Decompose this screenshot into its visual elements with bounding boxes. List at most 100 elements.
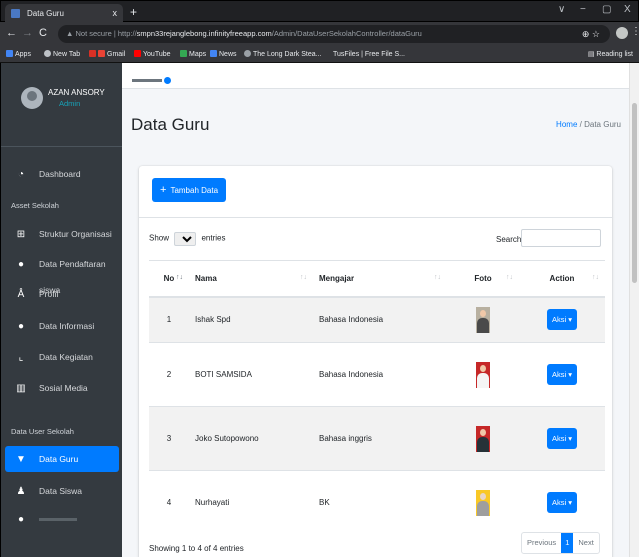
- profile-avatar-icon[interactable]: [616, 27, 628, 39]
- sidebar-item-struktur[interactable]: ⊞ Struktur Organisasi: [5, 221, 119, 247]
- column-header-action[interactable]: Action ↑↓: [519, 260, 605, 298]
- bookmarks-bar: Apps New Tab Gmail YouTube Maps News The…: [0, 46, 639, 63]
- card-header: + Tambah Data: [139, 166, 612, 218]
- column-header-foto[interactable]: Foto ↑↓: [447, 260, 519, 298]
- maximize-button[interactable]: ▢: [602, 4, 611, 15]
- youtube-icon: [134, 50, 141, 57]
- url-prefix: ▲ Not secure | http://: [66, 29, 137, 38]
- student-icon: ♟: [16, 486, 26, 497]
- tab-title: Data Guru: [27, 9, 64, 18]
- bookmark-tusfiles[interactable]: TusFiles | Free File S...: [333, 46, 405, 63]
- aksi-dropdown-button[interactable]: Aksi ▾: [547, 492, 577, 514]
- sidebar-header-asset: Asset Sekolah: [11, 201, 59, 210]
- sidebar-item-dashboard[interactable]: ◔ Dashboard: [5, 161, 119, 187]
- bookmark-gmail[interactable]: Gmail: [89, 46, 125, 63]
- cell-mengajar: Bahasa Indonesia: [313, 342, 447, 407]
- scrollbar-thumb[interactable]: [632, 103, 637, 283]
- top-navbar: [122, 63, 629, 89]
- cell-mengajar: Bahasa Indonesia: [313, 296, 447, 343]
- search-label: Search:: [496, 235, 524, 244]
- pagination: Previous 1 Next: [521, 532, 600, 554]
- tab-close-icon[interactable]: x: [113, 4, 118, 23]
- bookmark-maps[interactable]: Maps: [180, 46, 206, 63]
- cell-mengajar: BK: [313, 470, 447, 535]
- sidebar-header-user: Data User Sekolah: [11, 427, 74, 436]
- entries-select[interactable]: 10: [174, 232, 197, 246]
- new-tab-button[interactable]: +: [127, 6, 140, 19]
- show-entries: Show 10 entries: [149, 232, 226, 246]
- news-icon: [210, 50, 217, 57]
- breadcrumb-current: Data Guru: [584, 120, 621, 129]
- globe-icon: [44, 50, 51, 57]
- teacher-photo: [476, 306, 490, 333]
- teacher-photo: [476, 489, 490, 516]
- sidebar: AZAN ANSORY Admin ◔ Dashboard Asset Seko…: [0, 63, 122, 557]
- aksi-dropdown-button[interactable]: Aksi ▾: [547, 428, 577, 449]
- bookmark-star-icon[interactable]: ⊕ ☆: [582, 25, 600, 43]
- minimize-button[interactable]: −: [580, 4, 586, 15]
- sidebar-item-data-siswa[interactable]: ♟ Data Siswa: [5, 478, 119, 504]
- pagination-previous[interactable]: Previous: [522, 533, 561, 553]
- dashboard-icon: ◔: [17, 169, 25, 180]
- table-info: Showing 1 to 4 of 4 entries: [149, 544, 244, 553]
- cell-no: 1: [149, 296, 189, 343]
- sidebar-item-data-guru[interactable]: ▼ Data Guru: [5, 446, 119, 472]
- teacher-table: No ↑↓ Nama ↑↓ Mengajar ↑↓ Foto ↑↓ Action ↑↓ 1…: [149, 260, 605, 535]
- sitemap-icon: ⊞: [16, 229, 26, 240]
- data-card: + Tambah Data Show 10 entries Search: No ↑…: [139, 166, 612, 557]
- bookmark-apps[interactable]: Apps: [6, 46, 31, 63]
- user-role: Admin: [59, 99, 81, 108]
- bar-chart-icon: ▥: [16, 383, 26, 394]
- add-data-button[interactable]: + Tambah Data: [152, 178, 227, 202]
- tab-search-icon[interactable]: ∨: [558, 4, 565, 15]
- breadcrumb: Home / Data Guru: [556, 120, 621, 129]
- cell-nama: Nurhayati: [189, 470, 313, 535]
- page-title: Data Guru: [131, 115, 210, 134]
- sidebar-item-pendaftaran[interactable]: ● Data Pendaftaran siswa: [5, 251, 119, 295]
- info-icon: ●: [17, 321, 25, 332]
- line-chart-icon: ⌞: [18, 352, 24, 363]
- pagination-next[interactable]: Next: [573, 533, 598, 553]
- gmail-icon: [89, 50, 96, 57]
- sidebar-item-cutoff[interactable]: ●: [5, 506, 119, 532]
- table-row: 4 Nurhayati BK Aksi ▾: [149, 470, 605, 535]
- table-row: 2 BOTI SAMSIDA Bahasa Indonesia Aksi ▾: [149, 342, 605, 407]
- sidebar-item-informasi[interactable]: ● Data Informasi: [5, 313, 119, 339]
- aksi-dropdown-button[interactable]: Aksi ▾: [547, 364, 577, 385]
- browser-menu-icon[interactable]: ⋮: [631, 26, 639, 37]
- bookmark-newtab[interactable]: New Tab: [44, 46, 80, 63]
- teacher-icon: ▼: [16, 454, 26, 465]
- sidebar-item-kegiatan[interactable]: ⌞ Data Kegiatan: [5, 344, 119, 370]
- url-input[interactable]: ▲ Not secure | http://smpn33rejanglebong…: [58, 25, 610, 43]
- browser-tab[interactable]: Data Guru x: [5, 4, 123, 23]
- bookmark-longdark[interactable]: The Long Dark Stea...: [244, 46, 321, 63]
- forward-icon[interactable]: →: [22, 27, 33, 39]
- column-header-nama[interactable]: Nama ↑↓: [189, 260, 313, 298]
- cell-no: 4: [149, 470, 189, 535]
- pagination-page-1[interactable]: 1: [561, 533, 574, 553]
- bookmark-news[interactable]: News: [210, 46, 237, 63]
- search-input[interactable]: [521, 229, 601, 247]
- aksi-dropdown-button[interactable]: Aksi ▾: [547, 309, 577, 331]
- column-header-mengajar[interactable]: Mengajar ↑↓: [313, 260, 447, 298]
- mail-icon: [98, 50, 105, 57]
- back-icon[interactable]: ←: [6, 27, 17, 39]
- column-header-no[interactable]: No ↑↓: [149, 260, 189, 298]
- sort-icon: ↑↓: [300, 274, 307, 281]
- navbar-truncated-text: [132, 79, 162, 82]
- cell-nama: Joko Sutopowono: [189, 406, 313, 471]
- reading-list-button[interactable]: ▤ Reading list: [588, 46, 633, 63]
- breadcrumb-home[interactable]: Home: [556, 120, 577, 129]
- sidebar-item-profil[interactable]: Å Profil: [5, 281, 119, 307]
- sidebar-item-sosial-media[interactable]: ▥ Sosial Media: [5, 375, 119, 401]
- bookmark-youtube[interactable]: YouTube: [134, 46, 171, 63]
- close-window-button[interactable]: X: [624, 4, 631, 15]
- sidebar-item-truncated-label: [39, 518, 77, 522]
- avatar: [21, 87, 43, 109]
- reload-icon[interactable]: C: [39, 27, 47, 39]
- user-name[interactable]: AZAN ANSORY: [48, 88, 105, 97]
- page-scrollbar[interactable]: [629, 63, 639, 557]
- url-path: /Admin/DataUserSekolahController/dataGur…: [271, 29, 422, 38]
- maps-icon: [180, 50, 187, 57]
- sort-icon: ↑↓: [434, 274, 441, 281]
